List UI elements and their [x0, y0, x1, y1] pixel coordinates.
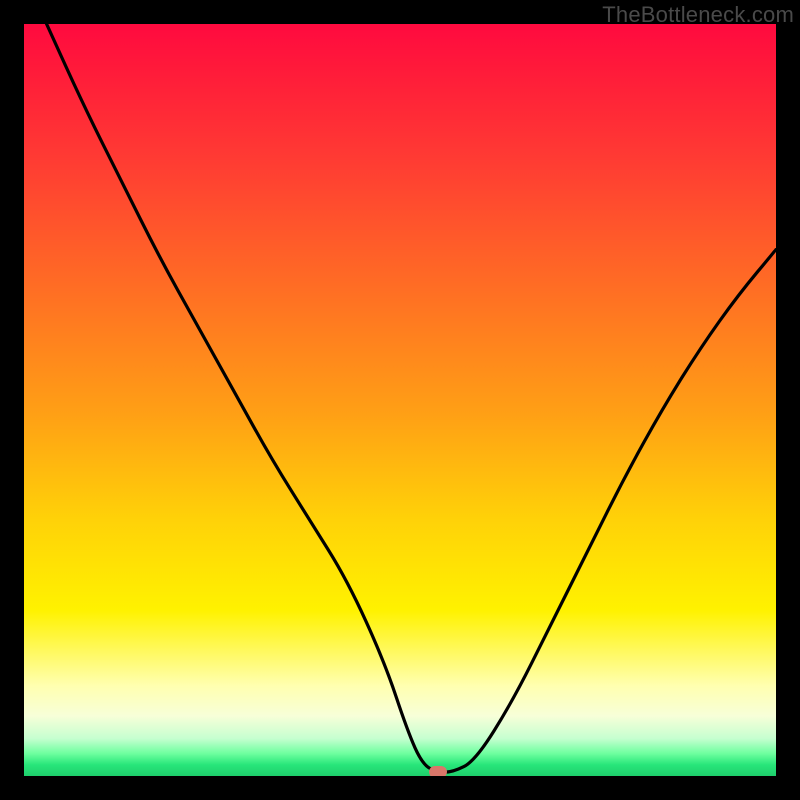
chart-frame: TheBottleneck.com — [0, 0, 800, 800]
watermark-text: TheBottleneck.com — [602, 2, 794, 28]
optimum-marker — [429, 766, 447, 776]
bottleneck-curve — [24, 24, 776, 776]
plot-area — [24, 24, 776, 776]
